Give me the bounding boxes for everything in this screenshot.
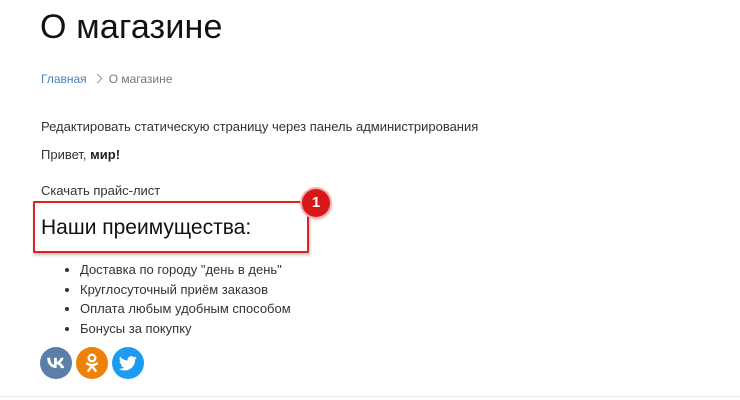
breadcrumb: Главная О магазине	[41, 72, 172, 86]
footer-divider	[0, 396, 740, 397]
list-item: Оплата любым удобным способом	[80, 299, 291, 319]
twitter-icon	[119, 355, 137, 370]
page: О магазине Главная О магазине Редактиров…	[0, 0, 740, 400]
chevron-right-icon	[92, 73, 103, 84]
vk-icon	[47, 357, 65, 369]
download-price-list-link[interactable]: Скачать прайс-лист	[41, 183, 160, 198]
odnoklassniki-button[interactable]	[76, 347, 108, 379]
odnoklassniki-icon	[85, 353, 99, 372]
social-buttons	[40, 347, 144, 379]
list-item: Круглосуточный приём заказов	[80, 280, 291, 300]
page-title: О магазине	[40, 8, 223, 46]
vk-button[interactable]	[40, 347, 72, 379]
list-item: Доставка по городу "день в день"	[80, 260, 291, 280]
list-item: Бонусы за покупку	[80, 319, 291, 339]
hello-bold: мир!	[90, 147, 121, 162]
breadcrumb-current: О магазине	[108, 72, 173, 86]
hello-prefix: Привет,	[41, 147, 91, 162]
advantages-heading: Наши преимущества:	[41, 216, 252, 239]
breadcrumb-home-link[interactable]: Главная	[41, 72, 87, 86]
edit-page-text: Редактировать статическую страницу через…	[41, 119, 479, 134]
hello-text: Привет, мир!	[41, 147, 120, 162]
price-list-row: Скачать прайс-лист	[41, 183, 160, 198]
annotation-badge: 1	[302, 189, 330, 217]
twitter-button[interactable]	[112, 347, 144, 379]
advantages-list: Доставка по городу "день в день" Круглос…	[62, 260, 291, 338]
